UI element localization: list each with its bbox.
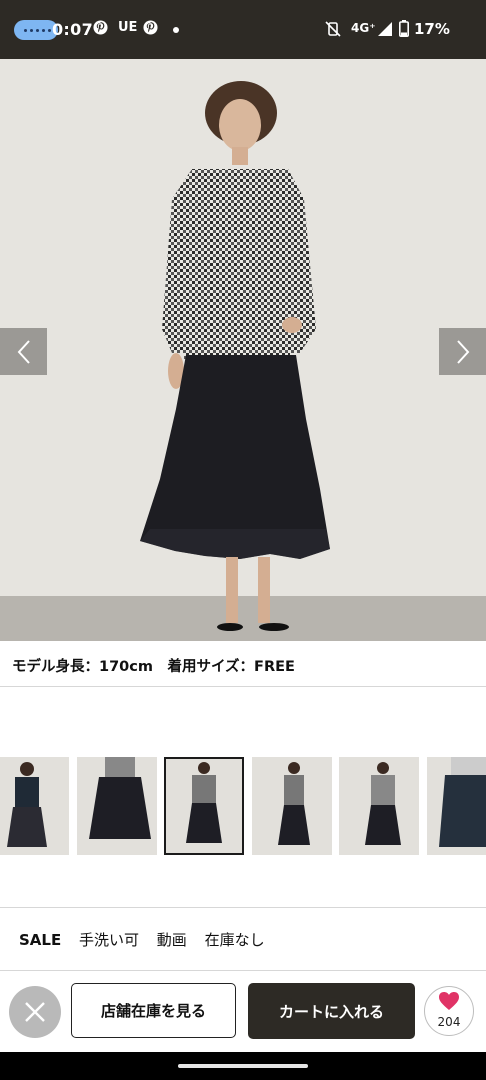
thumbnail-1[interactable]: [0, 757, 69, 855]
close-icon: [25, 1002, 45, 1022]
notification-ue-label: UE: [118, 20, 138, 35]
tag-hand-washable: 手洗い可: [79, 931, 140, 949]
divider: [0, 907, 486, 908]
system-nav-bar: [0, 1052, 486, 1080]
favorite-button[interactable]: 204: [424, 986, 474, 1036]
pinterest-icon: [93, 20, 108, 39]
chevron-left-icon: [17, 339, 30, 364]
model-size-info: モデル身長：170cm 着用サイズ：FREE: [12, 659, 295, 675]
pinterest-icon-2: [143, 20, 158, 39]
tag-sale: SALE: [19, 931, 62, 949]
tag-video: 動画: [156, 931, 187, 949]
battery-percent: 17%: [414, 20, 450, 38]
divider: [0, 970, 486, 971]
thumbnail-4[interactable]: [252, 757, 332, 855]
product-photo: [140, 81, 330, 631]
add-to-cart-button[interactable]: カートに入れる: [248, 983, 415, 1039]
more-notifications-dot-icon: [173, 22, 179, 37]
clock: 0:07: [52, 20, 93, 39]
thumbnail-2[interactable]: [77, 757, 157, 855]
tag-out-of-stock: 在庫なし: [204, 931, 265, 949]
favorite-count: 204: [437, 1015, 461, 1029]
product-tags: SALE 手洗い可 動画 在庫なし: [19, 929, 278, 950]
vibrate-off-icon: [325, 21, 341, 41]
chevron-right-icon: [456, 339, 469, 364]
thumbnail-3[interactable]: [164, 757, 244, 855]
carousel-prev-button[interactable]: [0, 328, 47, 375]
thumbnail-6[interactable]: [427, 757, 486, 855]
carousel-next-button[interactable]: [439, 328, 486, 375]
store-stock-button[interactable]: 店舗在庫を見る: [71, 983, 236, 1038]
home-gesture-handle[interactable]: [178, 1064, 308, 1068]
heart-icon: [438, 991, 460, 1014]
thumbnail-strip[interactable]: [0, 757, 486, 857]
signal-icon: [378, 21, 392, 40]
close-button[interactable]: [9, 986, 61, 1038]
network-type: 4G⁺: [351, 21, 376, 35]
battery-icon: [399, 20, 409, 41]
thumbnail-5[interactable]: [339, 757, 419, 855]
status-bar: 0:07 UE 4G⁺ 17%: [0, 0, 486, 59]
product-image-carousel[interactable]: [0, 59, 486, 641]
divider: [0, 686, 486, 687]
